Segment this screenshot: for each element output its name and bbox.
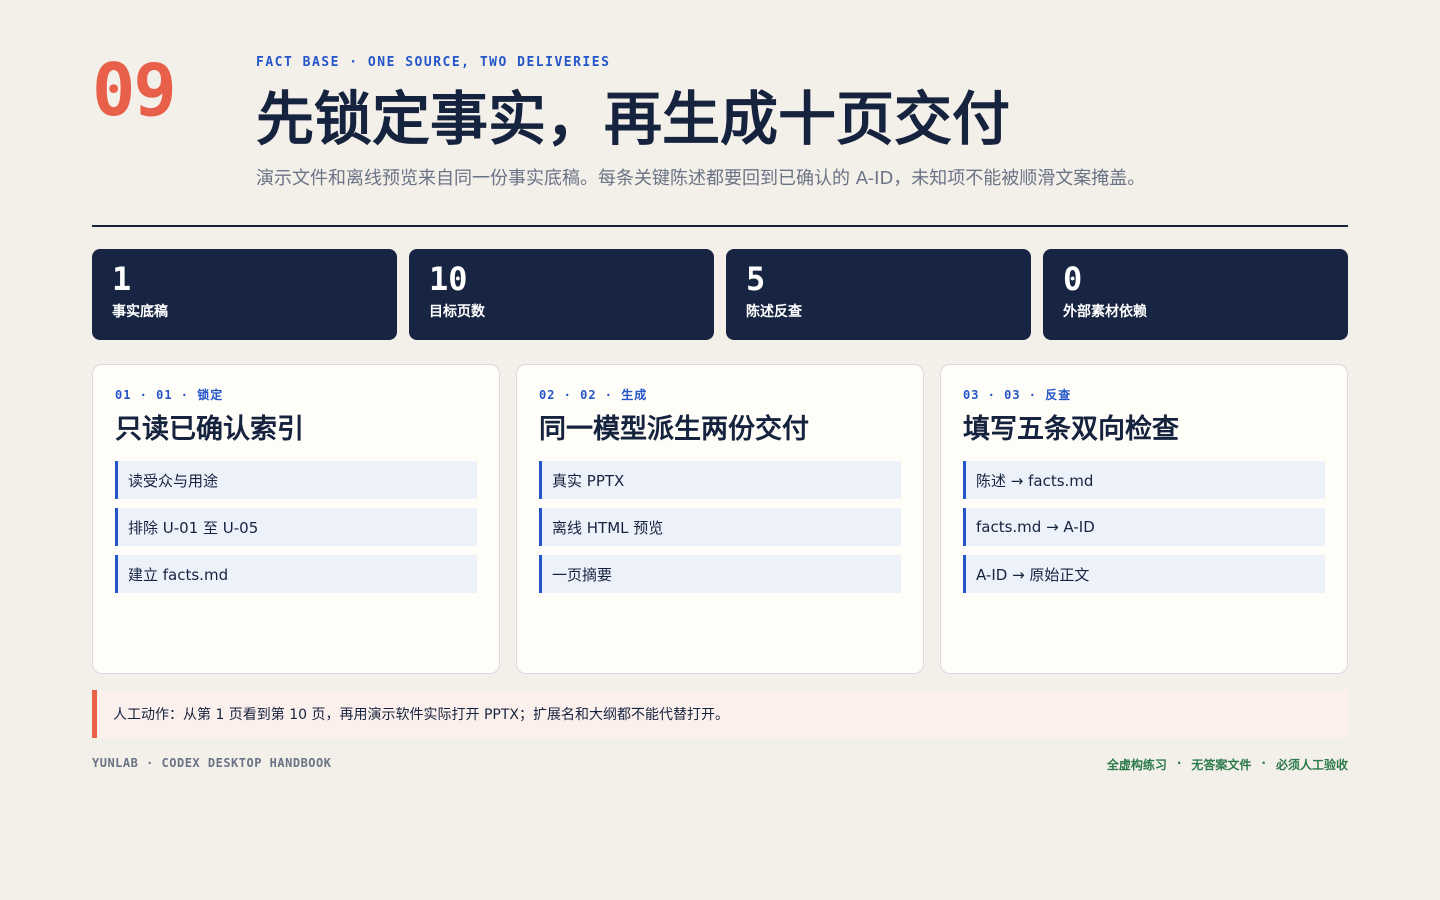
card-title: 同一模型派生两份交付 (539, 414, 809, 445)
card-item: A-ID → 原始正文 (963, 555, 1325, 593)
card-kicker: 03 · 03 · 反查 (963, 388, 1072, 402)
footer-tag: 必须人工验收 (1275, 758, 1348, 772)
stat-card-target-pages: 10 目标页数 (409, 249, 714, 340)
footer-tags: 全虚构练习 · 无答案文件 · 必须人工验收 (1107, 756, 1348, 773)
footer-separator: · (1176, 756, 1182, 770)
stat-value: 10 (429, 260, 468, 298)
page-subtitle: 演示文件和离线预览来自同一份事实底稿。每条关键陈述都要回到已确认的 A-ID，未… (256, 168, 1146, 189)
card-item: 陈述 → facts.md (963, 461, 1325, 499)
manual-action-note: 人工动作：从第 1 页看到第 10 页，再用演示软件实际打开 PPTX；扩展名和… (92, 690, 1348, 738)
step-card-lock: 01 · 01 · 锁定 只读已确认索引 读受众与用途 排除 U-01 至 U-… (92, 364, 500, 674)
footer-tag: 无答案文件 (1191, 758, 1252, 772)
stat-value: 0 (1063, 260, 1083, 298)
stat-value: 5 (746, 260, 766, 298)
card-item: 排除 U-01 至 U-05 (115, 508, 477, 546)
page-number: 09 (92, 48, 177, 132)
stat-label: 目标页数 (429, 304, 485, 320)
stats-row: 1 事实底稿 10 目标页数 5 陈述反查 0 外部素材依赖 (92, 249, 1348, 340)
stat-label: 外部素材依赖 (1063, 304, 1147, 320)
card-title: 填写五条双向检查 (963, 414, 1179, 445)
card-item-list: 真实 PPTX 离线 HTML 预览 一页摘要 (539, 461, 901, 593)
page-title: 先锁定事实，再生成十页交付 (256, 85, 1011, 153)
card-item-list: 陈述 → facts.md facts.md → A-ID A-ID → 原始正… (963, 461, 1325, 593)
footer-brand: YUNLAB · CODEX DESKTOP HANDBOOK (92, 756, 332, 770)
card-item: 读受众与用途 (115, 461, 477, 499)
card-item: 真实 PPTX (539, 461, 901, 499)
card-item: facts.md → A-ID (963, 508, 1325, 546)
footer-tag: 全虚构练习 (1106, 758, 1167, 772)
stat-label: 事实底稿 (112, 304, 168, 320)
section-kicker: FACT BASE · ONE SOURCE, TWO DELIVERIES (256, 55, 611, 70)
stat-card-fact-base: 1 事实底稿 (92, 249, 397, 340)
card-item: 离线 HTML 预览 (539, 508, 901, 546)
stat-card-statement-checks: 5 陈述反查 (726, 249, 1031, 340)
card-title: 只读已确认索引 (115, 414, 304, 445)
header-divider (92, 225, 1348, 227)
stat-label: 陈述反查 (746, 304, 802, 320)
step-cards: 01 · 01 · 锁定 只读已确认索引 读受众与用途 排除 U-01 至 U-… (92, 364, 1348, 674)
footer-separator: · (1261, 756, 1266, 770)
step-card-generate: 02 · 02 · 生成 同一模型派生两份交付 真实 PPTX 离线 HTML … (516, 364, 924, 674)
card-item-list: 读受众与用途 排除 U-01 至 U-05 建立 facts.md (115, 461, 477, 593)
card-item: 建立 facts.md (115, 555, 477, 593)
step-card-check: 03 · 03 · 反查 填写五条双向检查 陈述 → facts.md fact… (940, 364, 1348, 674)
card-item: 一页摘要 (539, 555, 901, 593)
card-kicker: 01 · 01 · 锁定 (115, 388, 224, 402)
card-kicker: 02 · 02 · 生成 (539, 388, 648, 402)
stat-card-external-dependencies: 0 外部素材依赖 (1043, 249, 1348, 340)
stat-value: 1 (112, 260, 132, 298)
